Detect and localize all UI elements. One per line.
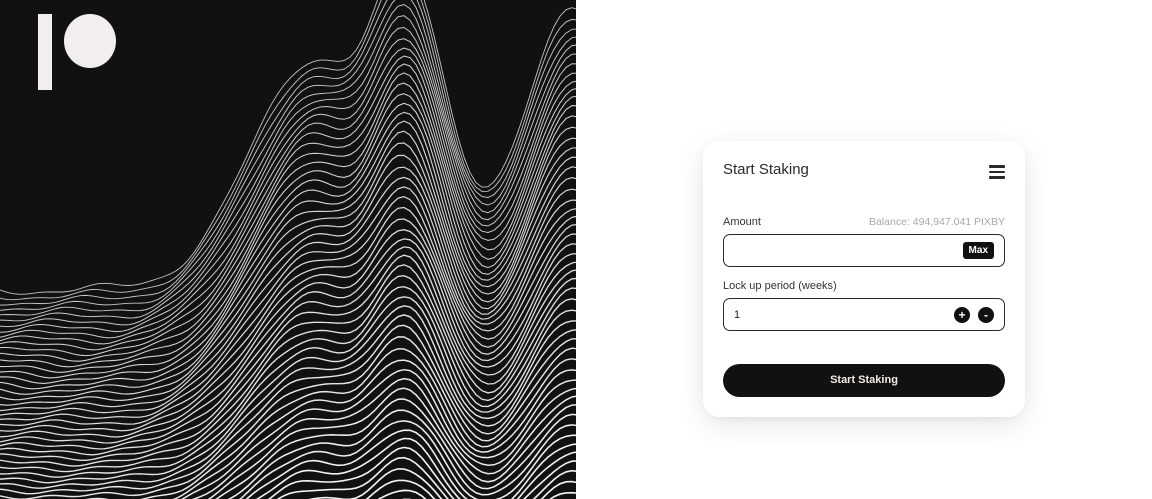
amount-label: Amount <box>723 216 761 228</box>
staking-card: Start Staking Amount Balance: 494,947.04… <box>703 141 1025 417</box>
terrain-line <box>0 102 576 373</box>
brand-logo <box>38 14 118 90</box>
lock-period-input[interactable] <box>734 299 934 330</box>
logo-bar <box>38 14 52 90</box>
start-staking-button[interactable]: Start Staking <box>723 364 1005 397</box>
logo-circle <box>64 14 116 68</box>
terrain-line <box>0 111 576 379</box>
hamburger-icon[interactable] <box>989 165 1005 179</box>
terrain-line <box>365 479 576 499</box>
decrement-button[interactable]: - <box>978 307 994 323</box>
lock-period-label: Lock up period (weeks) <box>723 280 837 292</box>
balance-text: Balance: 494,947.041 PIXBY <box>868 216 1005 228</box>
terrain-line <box>0 254 576 456</box>
hero-art-panel <box>0 0 576 499</box>
terrain-line <box>0 93 576 368</box>
increment-button[interactable]: + <box>954 307 970 323</box>
card-title: Start Staking <box>723 161 809 178</box>
terrain-line <box>0 63 576 351</box>
lock-period-field: + - <box>723 298 1005 331</box>
amount-field: Max <box>723 234 1005 267</box>
amount-input[interactable] <box>734 235 934 266</box>
max-button[interactable]: Max <box>962 242 994 259</box>
terrain-line <box>0 275 576 467</box>
terrain-line <box>0 154 576 401</box>
